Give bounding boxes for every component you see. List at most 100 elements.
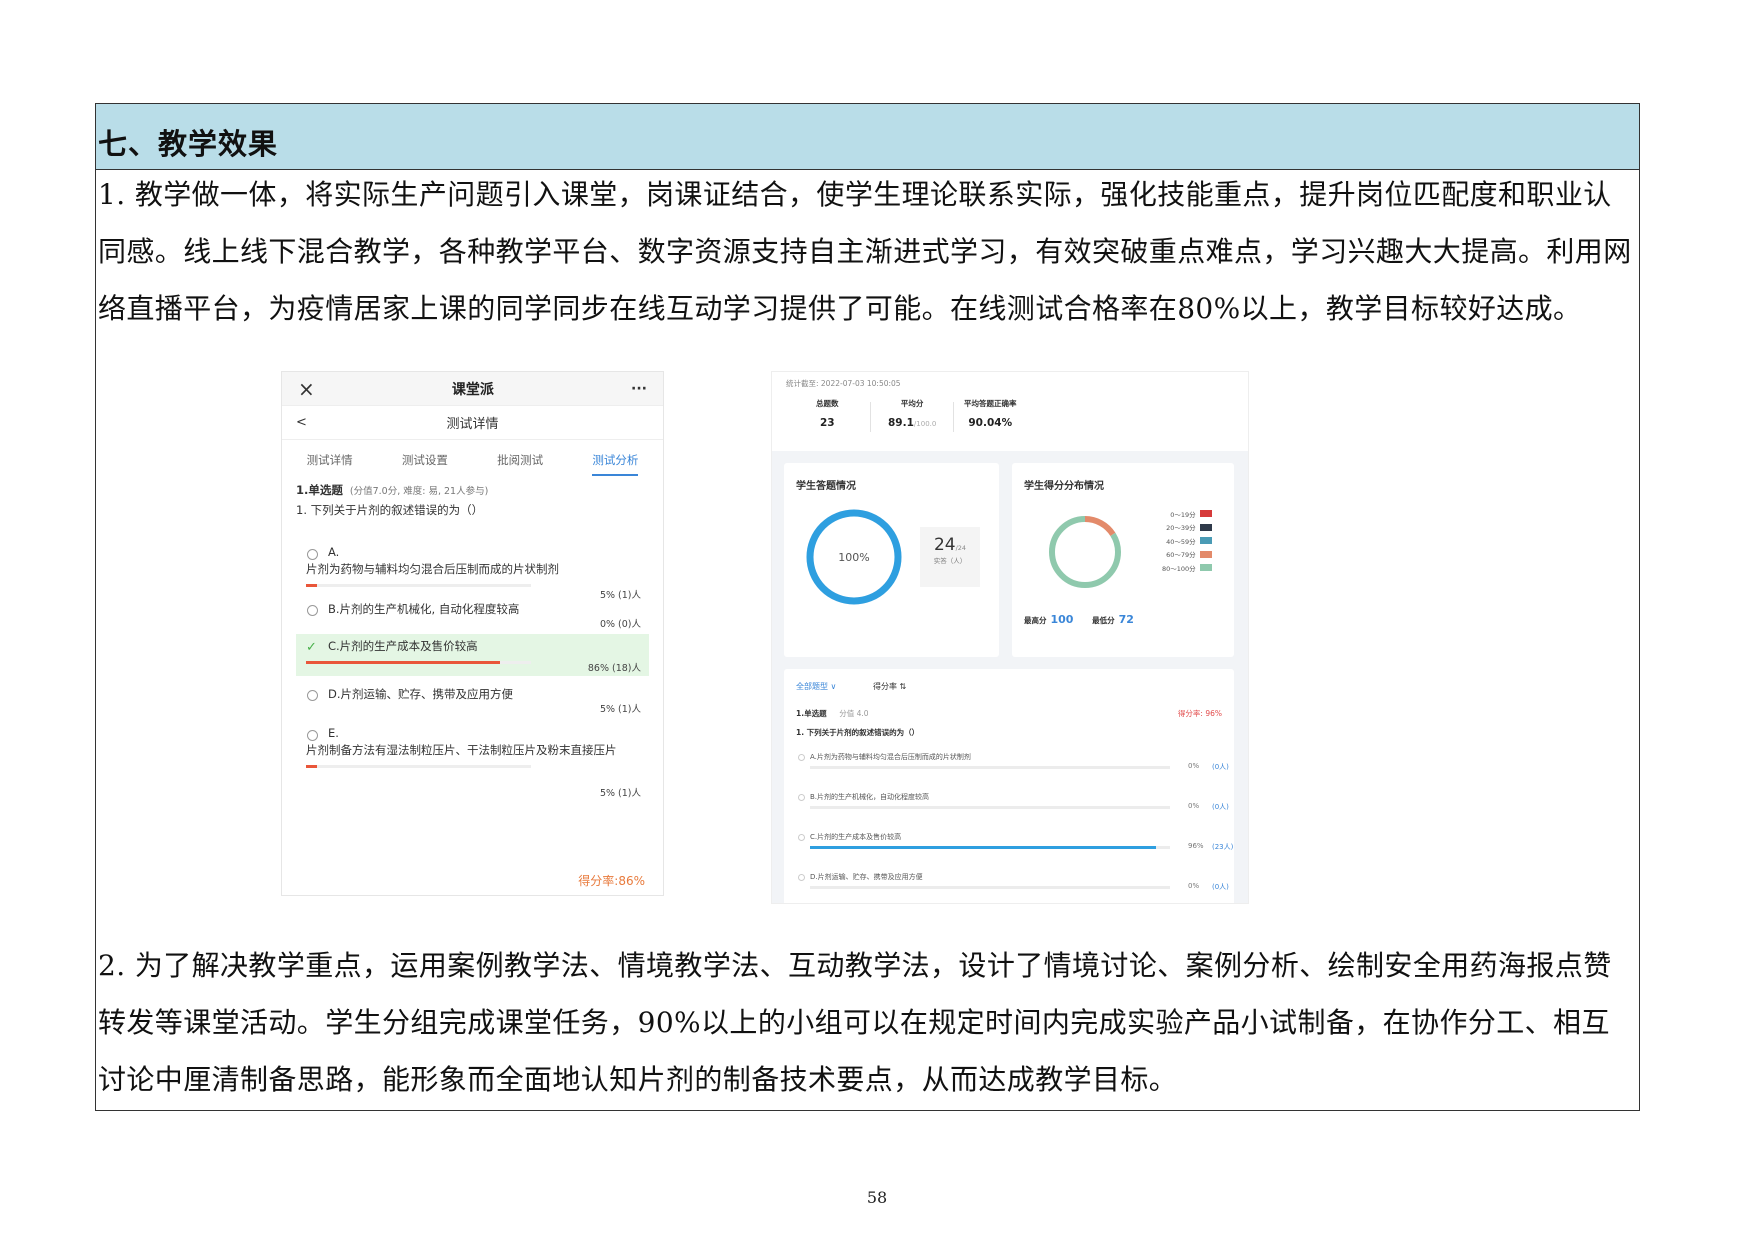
- section-header: 七、教学效果: [96, 104, 1639, 170]
- dashboard-option[interactable]: D.片剂运输、贮存、携带及应用方便 0% (0人): [784, 862, 1234, 902]
- option-text: C.片剂的生产成本及售价较高: [328, 639, 478, 653]
- legend-swatch: [1199, 564, 1212, 572]
- check-icon: ✓: [306, 640, 317, 655]
- section-title: 七、教学效果: [98, 127, 279, 161]
- tab-grading[interactable]: 批阅测试: [497, 452, 543, 468]
- option-percent: 96%: [1188, 842, 1204, 850]
- legend-item: 20～39分: [1162, 521, 1212, 535]
- legend-label: 40～59分: [1166, 537, 1196, 546]
- filter-bar: 全部题型 ∨ 得分率 ⇅: [784, 669, 1234, 692]
- option-progress: [306, 584, 531, 587]
- legend-label: 60～79分: [1166, 551, 1196, 560]
- radio-icon: [798, 874, 805, 881]
- stat-value: 23: [819, 417, 835, 429]
- option-progress: [810, 846, 1170, 849]
- option-text: 片剂制备方法有湿法制粒压片、干法制粒压片及粉末直接压片: [306, 743, 617, 757]
- stats-bar: 统计截至: 2022-07-03 10:50:05 总题数 23 平均分 89.…: [772, 372, 1248, 451]
- stat-accuracy: 平均答题正确率 90.04%: [964, 398, 1017, 429]
- option-label: E.: [328, 726, 339, 740]
- stat-label: 总题数: [816, 399, 839, 408]
- option-progress: [810, 886, 1170, 889]
- subtitle: 测试详情: [446, 417, 499, 432]
- option-progress: [306, 765, 531, 768]
- question-meta: 分值 4.0: [839, 709, 869, 718]
- mobile-top-bar: × 课堂派 ···: [282, 372, 663, 406]
- option-text: C.片剂的生产成本及售价较高: [810, 833, 902, 841]
- option-text: A.片剂为药物与辅料均匀混合后压制而成的片状制剂: [810, 753, 971, 761]
- option-text: 片剂为药物与辅料均匀混合后压制而成的片状制剂: [306, 562, 559, 576]
- stats-timestamp: 统计截至: 2022-07-03 10:50:05: [786, 379, 901, 388]
- close-icon[interactable]: ×: [298, 377, 315, 401]
- radio-icon: [798, 834, 805, 841]
- distribution-ring-chart: [1049, 516, 1121, 588]
- option-stat: 5% (1)人: [599, 788, 641, 799]
- progress-fill: [306, 661, 500, 664]
- dashboard-option[interactable]: C.片剂的生产成本及售价较高 96% (23人): [784, 822, 1234, 862]
- stat-divider: [953, 402, 954, 432]
- option-progress: [306, 661, 531, 664]
- question-head: 1.单选题 分值 4.0 得分率: 96%: [784, 692, 1234, 719]
- legend-item: 0～19分: [1162, 507, 1212, 521]
- distribution-card: 学生得分分布情况 0～19分 20～39分 40～59分 60～79分 80～100分 …: [1012, 463, 1234, 657]
- answer-card: 学生答题情况 100% 24/24 实答（人）: [784, 463, 999, 657]
- option-text: B.片剂的生产机械化, 自动化程度较高: [328, 602, 520, 616]
- option-percent: 0%: [1188, 802, 1200, 810]
- option-percent: 0%: [1188, 762, 1200, 770]
- radio-icon: [798, 754, 805, 761]
- score-rate: 得分率:86%: [578, 874, 645, 888]
- legend-item: 60～79分: [1162, 548, 1212, 562]
- stat-average: 平均分 89.1/100.0: [888, 398, 936, 429]
- filter-all-types[interactable]: 全部题型 ∨: [796, 682, 836, 691]
- legend-swatch: [1199, 537, 1212, 545]
- dashboard-option[interactable]: A.片剂为药物与辅料均匀混合后压制而成的片状制剂 0% (0人): [784, 742, 1234, 782]
- radio-icon: [307, 549, 318, 560]
- option-percent: 0%: [1188, 882, 1200, 890]
- max-label: 最高分: [1024, 616, 1047, 625]
- option-progress: [810, 766, 1170, 769]
- legend-label: 80～100分: [1162, 564, 1196, 573]
- stat-label: 平均分: [900, 399, 924, 408]
- legend-swatch: [1199, 510, 1212, 518]
- legend-label: 20～39分: [1166, 524, 1196, 533]
- count-caption: 实答（人）: [933, 557, 967, 565]
- legend-label: 0～19分: [1170, 510, 1196, 519]
- option-count: (23人): [1212, 843, 1234, 851]
- option-count: (0人): [1212, 803, 1229, 811]
- tab-bar: 测试详情 测试设置 批阅测试 测试分析: [282, 440, 663, 480]
- option-label: A.: [328, 545, 340, 559]
- min-value: 72: [1118, 613, 1134, 626]
- mobile-subtitle-bar: < 测试详情: [282, 406, 663, 440]
- option-count: (0人): [1212, 883, 1229, 891]
- filter-score-rate[interactable]: 得分率 ⇅: [873, 682, 906, 691]
- card-title: 学生答题情况: [796, 481, 856, 492]
- count-box: 24/24 实答（人）: [920, 527, 980, 587]
- question-type-label: 1.单选题: [296, 483, 343, 497]
- option-a[interactable]: A. 片剂为药物与辅料均匀混合后压制而成的片状制剂 5% (1)人: [282, 540, 663, 601]
- stat-divider: [870, 402, 871, 432]
- question-meta: (分值7.0分, 难度: 易, 21人参与): [349, 486, 489, 497]
- legend-item: 40～59分: [1162, 534, 1212, 548]
- mobile-screenshot: × 课堂派 ··· < 测试详情 测试详情 测试设置 批阅测试 测试分析 1.单…: [281, 371, 664, 896]
- option-b[interactable]: B.片剂的生产机械化, 自动化程度较高 0% (0)人: [282, 597, 663, 630]
- question-type: 1.单选题 (分值7.0分, 难度: 易, 21人参与): [282, 480, 663, 500]
- dashboard-option[interactable]: B.片剂的生产机械化，自动化程度较高 0% (0人): [784, 782, 1234, 822]
- option-c[interactable]: ✓ C.片剂的生产成本及售价较高 86% (18)人: [296, 634, 649, 676]
- tab-analysis[interactable]: 测试分析: [592, 452, 639, 476]
- tab-settings[interactable]: 测试设置: [402, 452, 448, 468]
- answer-ring-chart: 100%: [806, 509, 902, 605]
- option-d[interactable]: D.片剂运输、贮存、携带及应用方便 5% (1)人: [282, 682, 663, 717]
- tab-detail[interactable]: 测试详情: [307, 452, 353, 468]
- progress-fill: [810, 846, 1156, 849]
- question-rate: 得分率: 96%: [1177, 709, 1222, 718]
- stat-value: 89.1/100.0: [888, 417, 937, 429]
- progress-fill: [306, 584, 318, 587]
- radio-icon: [307, 730, 318, 741]
- score-range: 最高分 100 最低分 72: [1024, 613, 1150, 626]
- paragraph-1: 1. 教学做一体，将实际生产问题引入课堂，岗课证结合，使学生理论联系实际，强化技…: [98, 178, 1632, 325]
- more-icon[interactable]: ···: [631, 381, 647, 397]
- effect-table: 七、教学效果 1. 教学做一体，将实际生产问题引入课堂，岗课证结合，使学生理论联…: [95, 103, 1640, 1111]
- option-progress: [810, 806, 1170, 809]
- answer-ring-label: 100%: [838, 551, 869, 564]
- legend-item: 80～100分: [1162, 561, 1212, 575]
- option-e[interactable]: E. 片剂制备方法有湿法制粒压片、干法制粒压片及粉末直接压片 5% (1)人: [282, 721, 663, 799]
